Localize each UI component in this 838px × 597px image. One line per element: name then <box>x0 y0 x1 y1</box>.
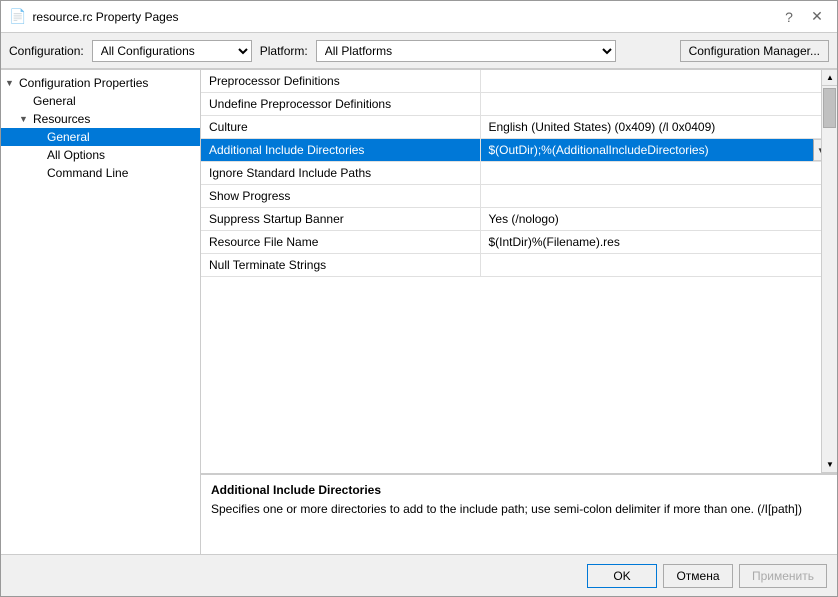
sidebar-item-label: Resources <box>33 112 90 126</box>
value-dropdown-btn[interactable]: ▼ <box>813 139 821 161</box>
window-title: resource.rc Property Pages <box>32 10 178 24</box>
apply-button[interactable]: Применить <box>739 564 827 588</box>
sidebar-item-label: All Options <box>47 148 105 162</box>
prop-value-cell <box>481 185 822 207</box>
main-content: ▼ Configuration Properties General ▼ Res… <box>1 69 837 554</box>
table-row[interactable]: Preprocessor Definitions <box>201 70 821 93</box>
scroll-down-arrow[interactable]: ▼ <box>822 457 837 473</box>
table-row[interactable]: Additional Include Directories$(OutDir);… <box>201 139 821 162</box>
prop-value-cell: Yes (/nologo) <box>481 208 822 230</box>
scroll-up-arrow[interactable]: ▲ <box>822 70 837 86</box>
prop-name-cell: Resource File Name <box>201 231 480 254</box>
description-title: Additional Include Directories <box>211 483 827 497</box>
title-bar-right: ? ✕ <box>777 5 829 29</box>
config-manager-button[interactable]: Configuration Manager... <box>680 40 829 62</box>
description-panel: Additional Include Directories Specifies… <box>201 474 837 554</box>
sidebar-item-label: Command Line <box>47 166 128 180</box>
prop-name-cell: Ignore Standard Include Paths <box>201 162 480 185</box>
close-button[interactable]: ✕ <box>805 5 829 29</box>
prop-value-cell <box>481 254 822 276</box>
title-bar-left: 📄 resource.rc Property Pages <box>9 8 179 25</box>
tree-arrow: ▼ <box>5 78 19 88</box>
property-pages-window: 📄 resource.rc Property Pages ? ✕ Configu… <box>0 0 838 597</box>
config-label: Configuration: <box>9 44 84 58</box>
platform-select[interactable]: All PlatformsWin32x64 <box>316 40 616 62</box>
prop-value-cell: $(IntDir)%(Filename).res <box>481 231 822 253</box>
sidebar-item-general-top[interactable]: General <box>1 92 200 110</box>
sidebar-item-command-line[interactable]: Command Line <box>1 164 200 182</box>
prop-name-cell: Culture <box>201 116 480 139</box>
prop-name-cell: Undefine Preprocessor Definitions <box>201 93 480 116</box>
sidebar-item-resources[interactable]: ▼ Resources <box>1 110 200 128</box>
prop-name-cell: Null Terminate Strings <box>201 254 480 277</box>
table-row[interactable]: CultureEnglish (United States) (0x409) (… <box>201 116 821 139</box>
sidebar-item-general-res[interactable]: General <box>1 128 200 146</box>
ok-button[interactable]: OK <box>587 564 657 588</box>
prop-name-cell: Preprocessor Definitions <box>201 70 480 93</box>
table-row[interactable]: Ignore Standard Include Paths <box>201 162 821 185</box>
sidebar-item-label: General <box>47 130 90 144</box>
config-select[interactable]: All ConfigurationsDebugRelease <box>92 40 252 62</box>
scroll-thumb-area <box>822 86 837 457</box>
help-button[interactable]: ? <box>777 5 801 29</box>
scroll-thumb[interactable] <box>823 88 836 128</box>
prop-name-cell: Additional Include Directories <box>201 139 480 162</box>
platform-label: Platform: <box>260 44 308 58</box>
prop-table: Preprocessor DefinitionsUndefine Preproc… <box>201 70 821 277</box>
sidebar-item-label: General <box>33 94 76 108</box>
prop-name-cell: Show Progress <box>201 185 480 208</box>
prop-value-cell: English (United States) (0x409) (/l 0x04… <box>481 116 822 138</box>
sidebar: ▼ Configuration Properties General ▼ Res… <box>1 70 201 554</box>
tree-arrow: ▼ <box>19 114 33 124</box>
footer: OK Отмена Применить <box>1 554 837 596</box>
scrollbar[interactable]: ▲ ▼ <box>821 70 837 473</box>
prop-value-cell <box>481 93 822 115</box>
toolbar: Configuration: All ConfigurationsDebugRe… <box>1 33 837 69</box>
cancel-button[interactable]: Отмена <box>663 564 733 588</box>
prop-value-cell <box>481 162 822 184</box>
prop-table-container: Preprocessor DefinitionsUndefine Preproc… <box>201 70 837 474</box>
table-row[interactable]: Resource File Name$(IntDir)%(Filename).r… <box>201 231 821 254</box>
table-row[interactable]: Suppress Startup BannerYes (/nologo) <box>201 208 821 231</box>
prop-value-cell <box>481 70 822 92</box>
table-row[interactable]: Undefine Preprocessor Definitions <box>201 93 821 116</box>
properties-panel: Preprocessor DefinitionsUndefine Preproc… <box>201 70 837 554</box>
table-row[interactable]: Show Progress <box>201 185 821 208</box>
title-bar: 📄 resource.rc Property Pages ? ✕ <box>1 1 837 33</box>
prop-name-cell: Suppress Startup Banner <box>201 208 480 231</box>
sidebar-item-all-options[interactable]: All Options <box>1 146 200 164</box>
sidebar-item-config-props[interactable]: ▼ Configuration Properties <box>1 74 200 92</box>
sidebar-item-label: Configuration Properties <box>19 76 148 90</box>
window-icon: 📄 <box>9 8 26 25</box>
description-text: Specifies one or more directories to add… <box>211 501 827 518</box>
table-row[interactable]: Null Terminate Strings <box>201 254 821 277</box>
prop-value-cell[interactable]: $(OutDir);%(AdditionalIncludeDirectories… <box>481 139 822 161</box>
